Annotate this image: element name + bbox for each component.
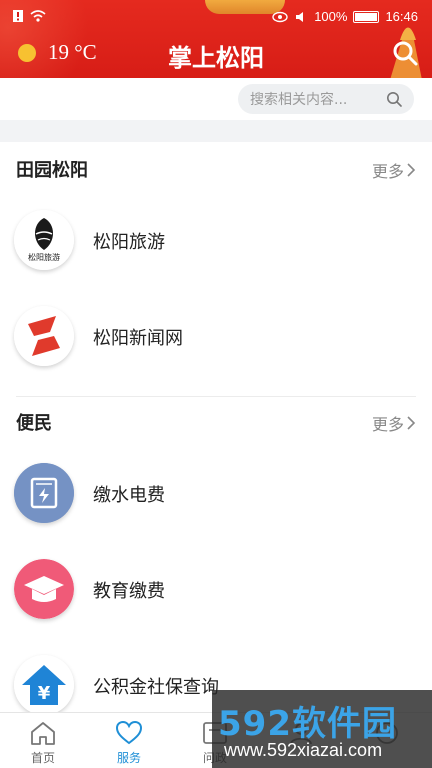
search-row: 搜索相关内容... [0,78,432,120]
utility-meter-icon [14,463,74,523]
wifi-icon [30,10,46,22]
item-label: 松阳旅游 [93,232,165,253]
eye-icon [272,11,288,22]
songyang-tourism-logo: 松阳旅游 [14,210,74,270]
graduation-cap-icon [14,559,74,619]
section-title: 便民 [16,413,52,434]
clock: 16:46 [385,9,418,24]
section-header-bianmin: 便民 更多 [0,396,432,444]
more-label: 更多 [371,162,404,181]
svg-text:¥: ¥ [38,683,51,704]
mute-icon [296,11,304,22]
tab-label: 首页 [30,751,55,765]
item-label: 缴水电费 [93,485,165,506]
chevron-right-icon [407,163,416,177]
list-item-tourism[interactable]: 松阳旅游 松阳旅游 [0,192,432,288]
app-title: 掌上松阳 [168,44,264,72]
header-search-icon[interactable] [392,40,418,66]
home-icon [31,722,55,745]
more-link[interactable]: 更多 [372,158,416,182]
search-icon[interactable] [386,91,402,107]
watermark-url: www.592xiazai.com [224,740,383,760]
item-label: 教育缴费 [93,581,165,602]
tab-label: 服务 [116,751,141,765]
heart-icon [115,720,143,745]
list-item-news[interactable]: 松阳新闻网 [0,288,432,384]
watermark-logo: 592软件园 [218,704,397,744]
tourism-logo-text: 松阳旅游 [28,252,60,262]
section-header-tianyuan: 田园松阳 更多 [0,143,432,191]
songyang-news-logo [14,306,74,366]
chevron-right-icon [407,416,416,430]
tab-home[interactable]: 首页 [0,713,86,768]
list-item-education[interactable]: 教育缴费 [0,541,432,637]
more-label: 更多 [371,415,404,434]
item-label: 公积金社保查询 [93,677,219,698]
search-input[interactable]: 搜索相关内容... [238,84,414,114]
list-item-utility[interactable]: 缴水电费 [0,445,432,541]
section-spacer [0,120,432,142]
app-header: 100% 16:46 19 °C 掌上松阳 [0,0,432,78]
status-bar: 100% 16:46 [0,0,432,34]
battery-percent: 100% [314,9,348,24]
item-label: 松阳新闻网 [93,328,183,349]
section-title: 田园松阳 [16,160,88,181]
watermark: 592软件园 www.592xiazai.com [212,690,432,768]
house-yuan-icon: ¥ [14,655,74,715]
tab-service[interactable]: 服务 [86,713,172,768]
search-placeholder: 搜索相关内容... [250,92,348,108]
alert-icon [13,10,23,22]
battery-icon [353,10,380,23]
more-link[interactable]: 更多 [372,411,416,435]
